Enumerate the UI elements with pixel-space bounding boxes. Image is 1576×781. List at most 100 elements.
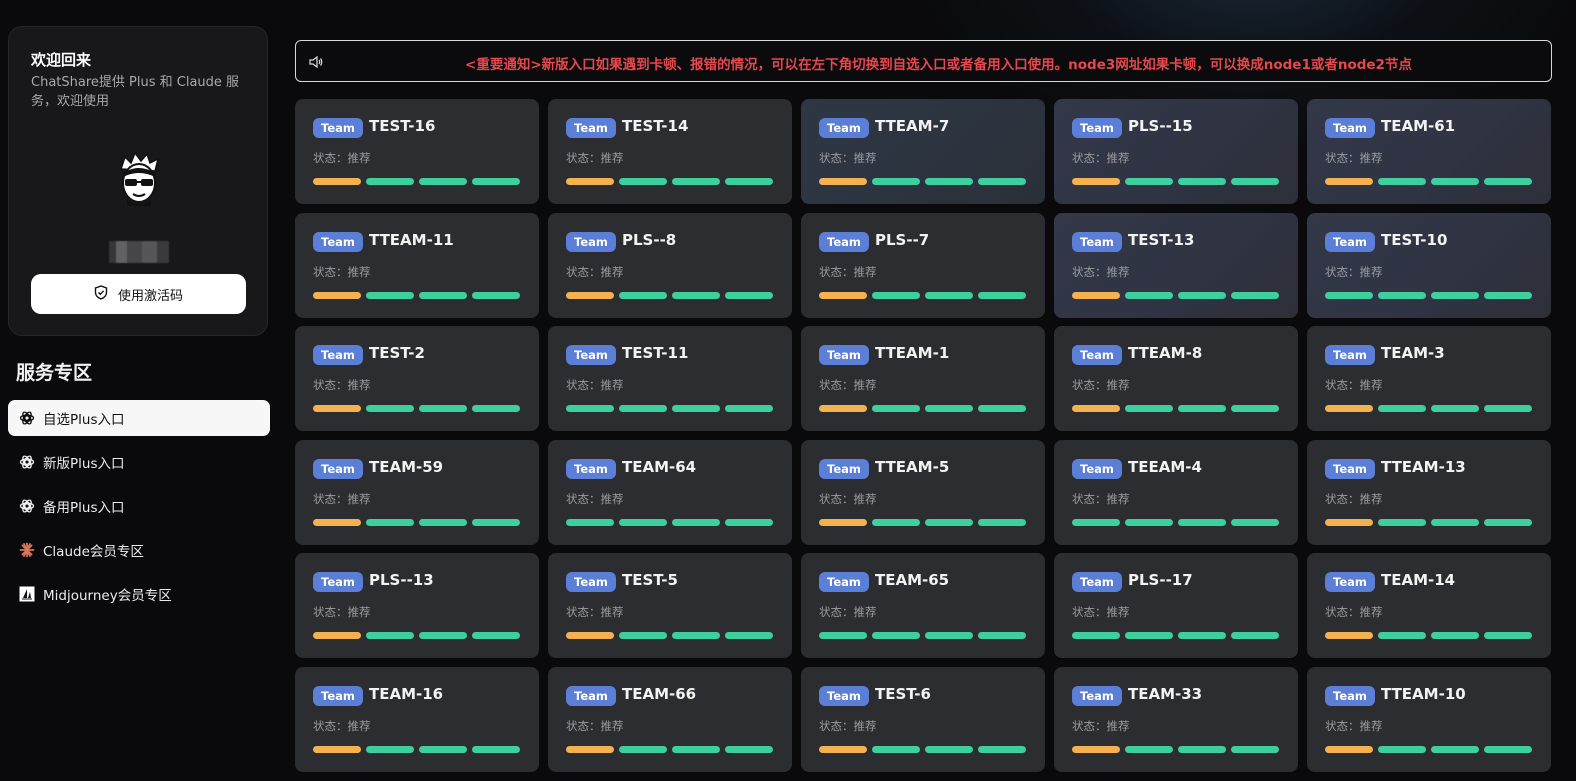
welcome-description: ChatShare提供 Plus 和 Claude 服务，欢迎使用 [31, 75, 240, 109]
openai-icon [18, 410, 35, 427]
account-card[interactable]: Team TEAM-61 状态：推荐 [1307, 99, 1551, 204]
team-tag-badge: Team [1325, 231, 1375, 252]
account-card[interactable]: Team TEST-2 状态：推荐 [295, 326, 539, 432]
status-bars [819, 291, 1026, 299]
sidebar-item-midjourney[interactable]: Midjourney会员专区 [8, 576, 270, 612]
card-name: TEAM-3 [1381, 344, 1445, 363]
team-tag-badge: Team [1072, 118, 1122, 138]
account-card[interactable]: Team TEAM-64 状态：推荐 [548, 439, 792, 545]
account-card[interactable]: Team TTEAM-8 状态：推荐 [1054, 326, 1298, 432]
account-card[interactable]: Team TTEAM-10 状态：推荐 [1307, 666, 1551, 772]
status-bar [1325, 745, 1373, 753]
status-bars [819, 405, 1026, 413]
card-status: 状态：推荐 [1325, 718, 1383, 733]
status-bar [672, 178, 720, 185]
account-card[interactable]: Team TEEAM-4 状态：推荐 [1054, 439, 1298, 545]
sidebar-item-label: Claude会员专区 [43, 544, 144, 560]
account-card[interactable]: Team TTEAM-7 状态：推荐 [801, 99, 1045, 204]
status-bar [1325, 178, 1373, 185]
card-status: 状态：推荐 [566, 491, 624, 506]
status-bar [672, 405, 720, 413]
status-bar [725, 291, 773, 299]
team-tag-badge: Team [819, 572, 869, 593]
status-bar [978, 291, 1026, 299]
card-name: TEAM-14 [1381, 571, 1456, 590]
account-card[interactable]: Team TEST-6 状态：推荐 [801, 666, 1045, 772]
team-tag-badge: Team [313, 685, 363, 706]
account-card[interactable]: Team PLS--8 状态：推荐 [548, 212, 792, 318]
shield-check-icon [94, 284, 108, 304]
status-bar [1484, 745, 1532, 753]
team-tag-badge: Team [819, 231, 869, 252]
card-status: 状态：推荐 [566, 151, 624, 165]
status-bar [819, 632, 867, 640]
use-activation-code-button[interactable]: 使用激活码 [31, 274, 246, 314]
status-bar [1325, 632, 1373, 640]
account-card[interactable]: Team PLS--13 状态：推荐 [295, 553, 539, 659]
card-status: 状态：推荐 [819, 264, 877, 279]
card-name: TEST-10 [1381, 230, 1448, 249]
status-bar [619, 178, 667, 185]
team-tag-badge: Team [819, 118, 869, 138]
card-name: TTEAM-1 [875, 344, 950, 363]
account-card[interactable]: Team TTEAM-5 状态：推荐 [801, 439, 1045, 545]
sidebar-item-custom-plus[interactable]: 自选Plus入口 [8, 400, 270, 436]
avatar[interactable] [113, 151, 165, 207]
sidebar-item-backup-plus[interactable]: 备用Plus入口 [8, 488, 270, 524]
account-card[interactable]: Team TTEAM-1 状态：推荐 [801, 326, 1045, 432]
status-bars [1072, 291, 1279, 299]
account-card[interactable]: Team TEST-14 状态：推荐 [548, 99, 792, 204]
card-status: 状态：推荐 [1325, 378, 1383, 393]
status-bar [1484, 291, 1532, 299]
status-bar [419, 745, 467, 753]
account-card[interactable]: Team PLS--7 状态：推荐 [801, 212, 1045, 318]
account-card[interactable]: Team TEST-11 状态：推荐 [548, 326, 792, 432]
card-status: 状态：推荐 [1325, 151, 1383, 165]
status-bar [419, 178, 467, 185]
status-bars [1072, 405, 1279, 413]
team-tag-badge: Team [1325, 345, 1375, 366]
status-bar [819, 178, 867, 185]
status-bar [1484, 518, 1532, 526]
status-bar [725, 632, 773, 640]
welcome-title: 欢迎回来 [31, 51, 92, 69]
status-bars [1325, 178, 1532, 185]
status-bar [978, 632, 1026, 640]
card-status: 状态：推荐 [819, 605, 877, 620]
status-bars [313, 405, 520, 413]
status-bar [472, 405, 520, 413]
card-name: TTEAM-11 [369, 230, 454, 249]
team-tag-badge: Team [566, 572, 616, 593]
account-card[interactable]: Team TEAM-66 状态：推荐 [548, 666, 792, 772]
account-card[interactable]: Team TEAM-3 状态：推荐 [1307, 326, 1551, 432]
status-bar [1484, 632, 1532, 640]
account-card[interactable]: Team TEAM-59 状态：推荐 [295, 439, 539, 545]
status-bar [1431, 518, 1479, 526]
account-card[interactable]: Team TEAM-65 状态：推荐 [801, 553, 1045, 659]
team-tag-badge: Team [1072, 572, 1122, 593]
account-card[interactable]: Team TEST-10 状态：推荐 [1307, 212, 1551, 318]
account-card[interactable]: Team TTEAM-13 状态：推荐 [1307, 439, 1551, 545]
activate-button-label: 使用激活码 [117, 288, 183, 304]
status-bar [1231, 178, 1279, 185]
status-bar [672, 518, 720, 526]
status-bar [1484, 405, 1532, 413]
account-card[interactable]: Team TEST-5 状态：推荐 [548, 553, 792, 659]
account-card[interactable]: Team TEAM-14 状态：推荐 [1307, 553, 1551, 659]
status-bar [313, 178, 361, 185]
account-card[interactable]: Team TEAM-33 状态：推荐 [1054, 666, 1298, 772]
status-bar [725, 518, 773, 526]
account-card[interactable]: Team TEST-13 状态：推荐 [1054, 212, 1298, 318]
sidebar-item-claude[interactable]: Claude会员专区 [8, 532, 270, 568]
status-bar [1125, 632, 1173, 640]
midjourney-icon [18, 586, 35, 603]
account-card[interactable]: Team TEAM-16 状态：推荐 [295, 666, 539, 772]
card-name: PLS--15 [1128, 117, 1193, 135]
sidebar-item-label: Midjourney会员专区 [43, 588, 172, 604]
sidebar-item-new-plus[interactable]: 新版Plus入口 [8, 444, 270, 480]
account-card[interactable]: Team TEST-16 状态：推荐 [295, 99, 539, 204]
account-card[interactable]: Team PLS--17 状态：推荐 [1054, 553, 1298, 659]
account-card[interactable]: Team TTEAM-11 状态：推荐 [295, 212, 539, 318]
account-card[interactable]: Team PLS--15 状态：推荐 [1054, 99, 1298, 204]
status-bar [1325, 518, 1373, 526]
